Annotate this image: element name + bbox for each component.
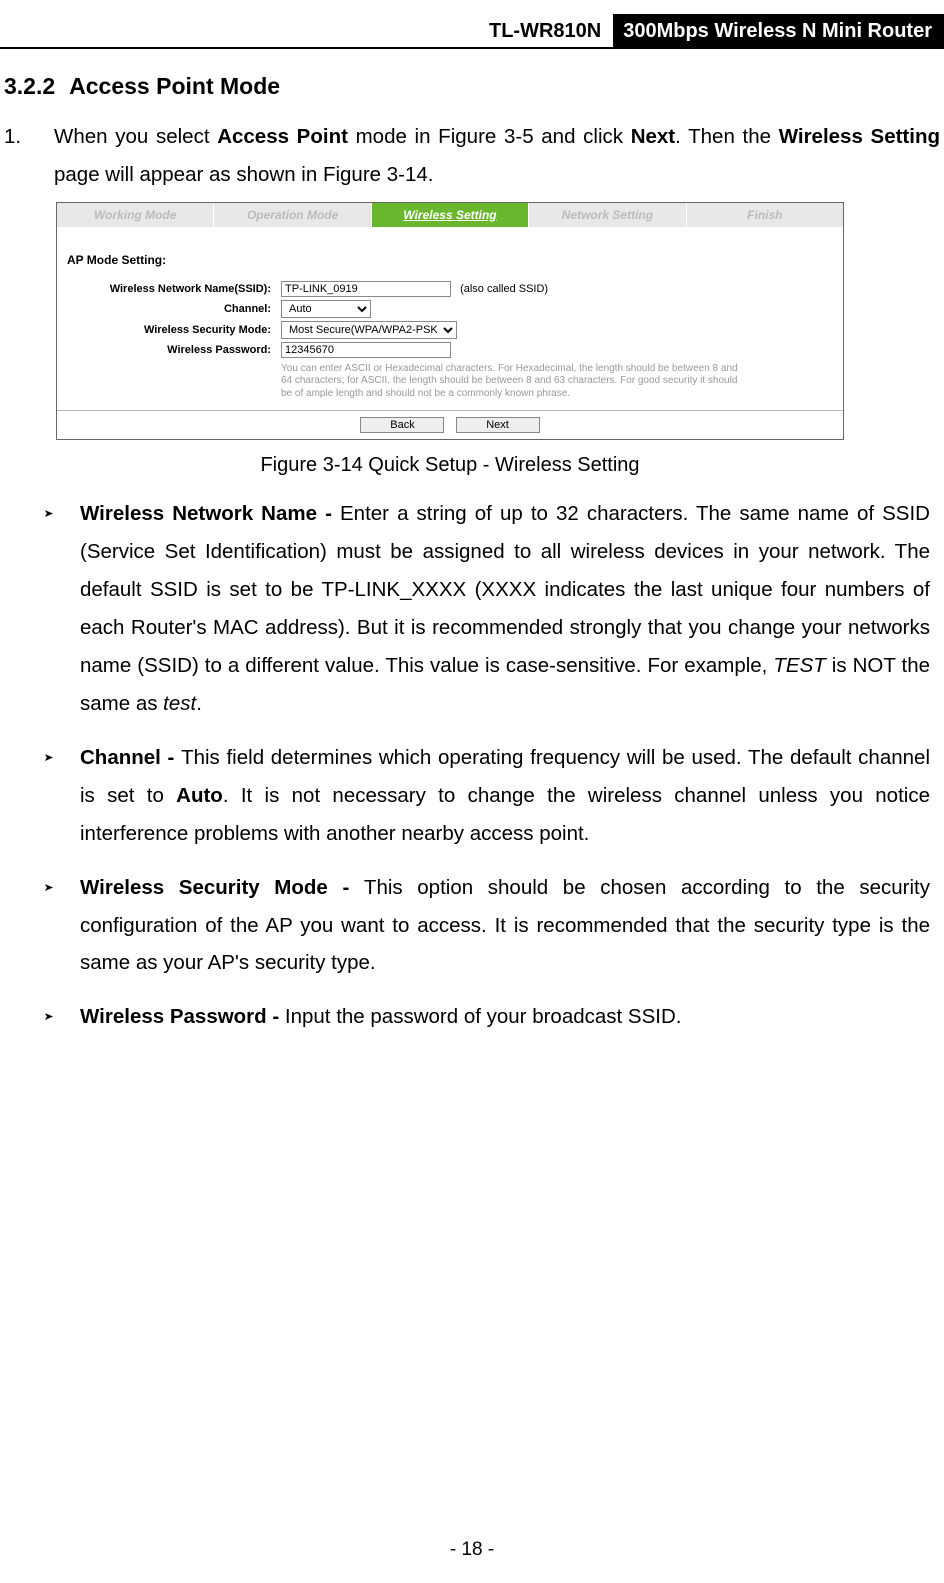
field-security: Wireless Security Mode: Most Secure(WPA/… [67,321,833,339]
next-button[interactable]: Next [456,417,540,433]
label-channel: Channel: [67,303,281,315]
page-content: 3.2.2 Access Point Mode 1. When you selec… [0,73,944,1036]
page-number: - 18 - [0,1539,944,1561]
section-heading: 3.2.2 Access Point Mode [4,73,940,100]
figure-button-row: Back Next [57,410,843,439]
page-header: TL-WR810N 300Mbps Wireless N Mini Router [0,14,944,49]
bullet-label: Channel - [80,746,181,769]
bullet-item: Wireless Network Name - Enter a string o… [38,495,930,723]
label-password: Wireless Password: [67,344,281,356]
bullet-item: Wireless Password - Input the password o… [38,998,930,1036]
figure-caption: Figure 3-14 Quick Setup - Wireless Setti… [56,454,844,477]
field-password: Wireless Password: [67,342,833,358]
step-1: 1. When you select Access Point mode in … [4,118,940,194]
ssid-note: (also called SSID) [460,283,548,295]
wizard-tabs: Working Mode Operation Mode Wireless Set… [57,203,843,227]
input-password[interactable] [281,342,451,358]
italic-text: TEST [773,654,825,677]
figure-container: Working Mode Operation Mode Wireless Set… [56,202,844,478]
product-name: 300Mbps Wireless N Mini Router [613,14,944,47]
screenshot-figure: Working Mode Operation Mode Wireless Set… [56,202,844,441]
bullet-label: Wireless Security Mode - [80,876,364,899]
model-number: TL-WR810N [481,14,609,47]
italic-text: test [163,692,196,715]
bullet-label: Wireless Password - [80,1005,285,1028]
section-title: Access Point Mode [69,73,280,99]
bullet-item: Channel - This field determines which op… [38,739,930,853]
section-number: 3.2.2 [4,73,55,99]
body-text: Input the password of your broadcast SSI… [285,1005,682,1028]
field-channel: Channel: Auto [67,300,833,318]
tab-wireless-setting[interactable]: Wireless Setting [372,203,529,227]
input-ssid[interactable] [281,281,451,297]
bullet-label: Wireless Network Name - [80,502,340,525]
tab-network-setting[interactable]: Network Setting [529,203,686,227]
bold-text: Auto [176,784,223,807]
body-text: . [196,692,202,715]
password-help-text: You can enter ASCII or Hexadecimal chara… [281,361,741,401]
field-ssid: Wireless Network Name(SSID): (also calle… [67,281,833,297]
label-security: Wireless Security Mode: [67,324,281,336]
description-list: Wireless Network Name - Enter a string o… [38,495,930,1036]
label-ssid: Wireless Network Name(SSID): [67,283,281,295]
tab-finish[interactable]: Finish [687,203,843,227]
step-number: 1. [4,118,21,156]
body-text: Enter a string of up to 32 characters. T… [80,502,930,677]
select-security[interactable]: Most Secure(WPA/WPA2-PSK) [281,321,457,339]
tab-operation-mode[interactable]: Operation Mode [214,203,371,227]
ap-mode-heading: AP Mode Setting: [67,253,833,267]
bullet-item: Wireless Security Mode - This option sho… [38,869,930,983]
tab-working-mode[interactable]: Working Mode [57,203,214,227]
back-button[interactable]: Back [360,417,444,433]
select-channel[interactable]: Auto [281,300,371,318]
